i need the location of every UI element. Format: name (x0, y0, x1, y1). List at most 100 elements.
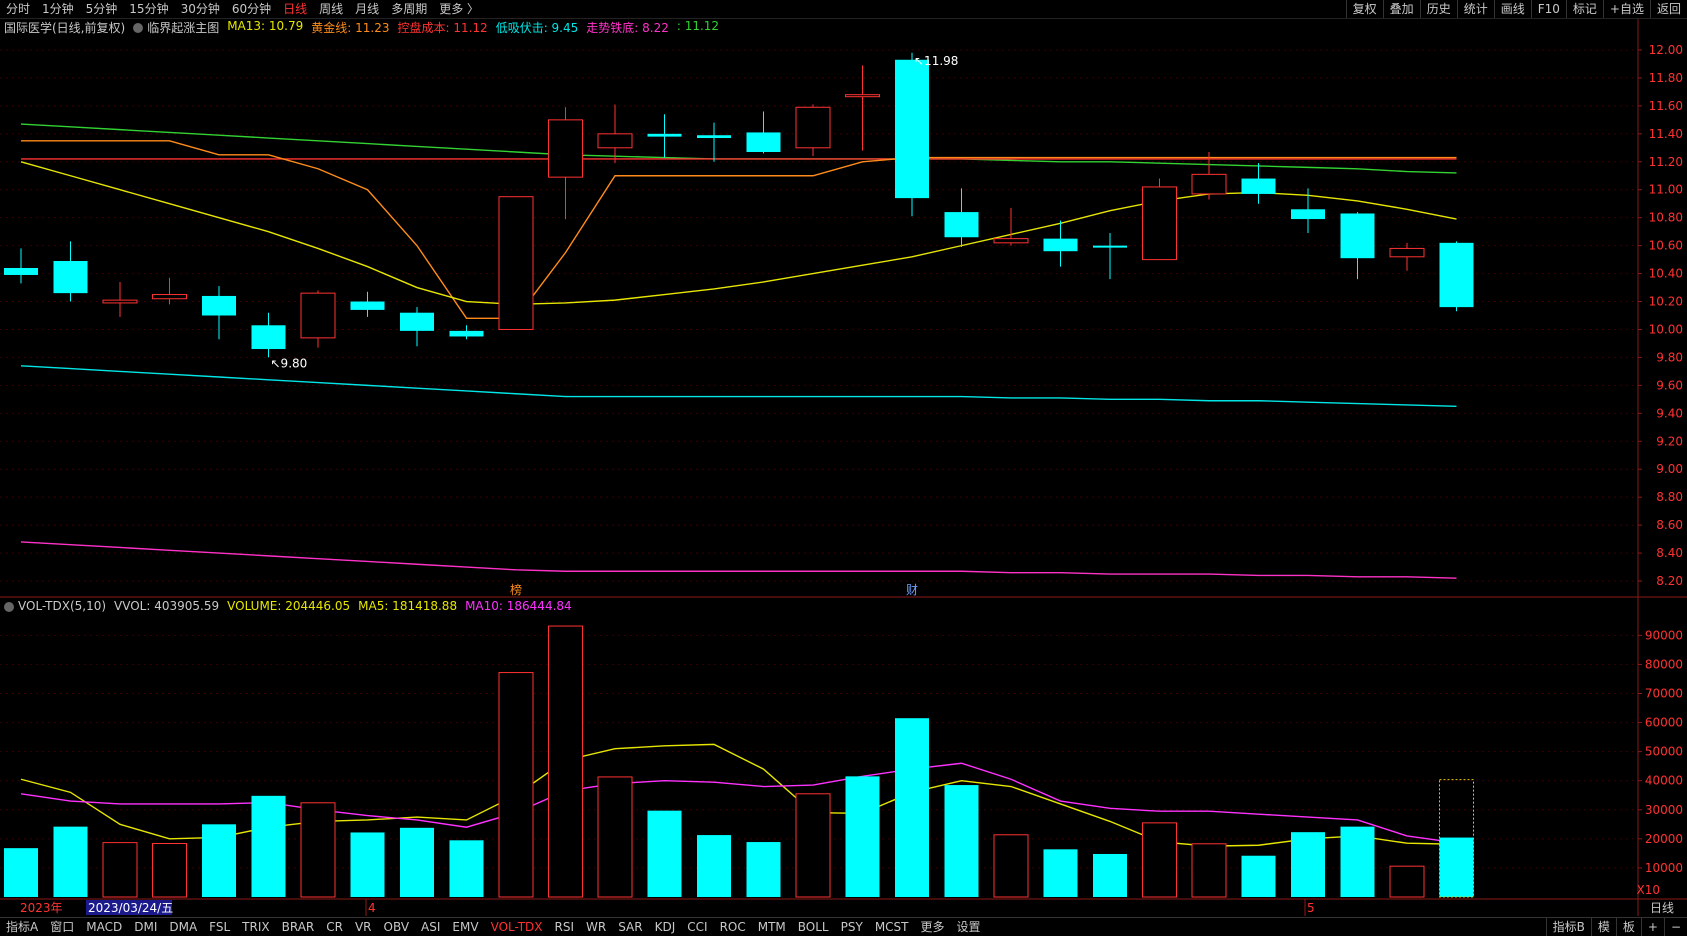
candle-body (597, 133, 633, 149)
period-tab-1[interactable]: 1分钟 (36, 0, 80, 18)
price-tick-label: 10.00 (1649, 322, 1683, 336)
vol-tick-label: 50000 (1645, 745, 1683, 759)
candle-body (795, 106, 831, 149)
indicator-tab-15[interactable]: WR (580, 918, 612, 936)
volume-bars (4, 625, 1474, 898)
indicator-tab-1[interactable]: 窗口 (44, 918, 80, 936)
price-tick-label: 8.60 (1656, 518, 1683, 532)
price-tick-label: 11.20 (1649, 155, 1683, 169)
volume-bar (1191, 843, 1227, 898)
indicator-tab-12[interactable]: EMV (446, 918, 484, 936)
candle-body (152, 294, 187, 300)
volume-bar (1291, 832, 1325, 897)
indicator-tab-22[interactable]: PSY (835, 918, 869, 936)
vol-indicator-toggle-icon[interactable] (4, 602, 14, 612)
indicator-tab-24[interactable]: 更多 (915, 918, 951, 936)
bottom-tool-3[interactable]: + (1640, 918, 1664, 936)
volume-bar (400, 827, 434, 897)
price-tick-label: 11.60 (1649, 99, 1683, 113)
candle-body (251, 325, 286, 350)
tool-button-8[interactable]: 返回 (1649, 0, 1687, 18)
tool-button-7[interactable]: +自选 (1602, 0, 1650, 18)
price-tick-label: 10.80 (1649, 211, 1683, 225)
price-tick-label: 8.80 (1656, 490, 1683, 504)
indicator-tab-3[interactable]: DMI (128, 918, 163, 936)
indicator-tab-11[interactable]: ASI (415, 918, 446, 936)
candle-body (1241, 178, 1276, 194)
bottom-tool-2[interactable]: 板 (1615, 918, 1641, 936)
indicator-toggle-icon[interactable] (133, 23, 144, 33)
indicator-tabbar: 指标A 窗口 MACD DMI DMA FSL TRIX BRAR CR VR OBV ASI EMV V… (0, 917, 1687, 936)
price-tick-label: 9.80 (1656, 350, 1683, 364)
indicator-tab-18[interactable]: CCI (681, 918, 713, 936)
indicator-tab-23[interactable]: MCST (869, 918, 915, 936)
candle-body (498, 196, 534, 330)
indicator-tab-2[interactable]: MACD (80, 918, 128, 936)
period-tab-7[interactable]: 周线 (313, 0, 349, 18)
period-tab-0[interactable]: 分时 (0, 0, 36, 18)
indicator-tab-19[interactable]: ROC (714, 918, 752, 936)
indicator-tab-16[interactable]: SAR (612, 918, 648, 936)
year-label: 2023年 (20, 901, 63, 915)
indicator-tab-4[interactable]: DMA (163, 918, 203, 936)
candle-body (1043, 238, 1078, 252)
tool-button-6[interactable]: 标记 (1565, 0, 1603, 18)
indicator-tab-8[interactable]: CR (320, 918, 349, 936)
vol-legend-item-1: VOLUME: 204446.05 (227, 599, 351, 613)
indicator-name[interactable]: 临界起涨主图 (147, 19, 219, 36)
vol-axis-unit: X10 (1637, 883, 1661, 897)
volume-bar (895, 718, 929, 897)
vol-tick-label: 30000 (1645, 803, 1683, 817)
volume-bar (1043, 849, 1078, 897)
tool-button-4[interactable]: 画线 (1493, 0, 1531, 18)
indicator-tab-10[interactable]: OBV (378, 918, 416, 936)
candle-body (697, 135, 731, 139)
price-tick-label: 10.40 (1649, 267, 1683, 281)
tool-button-5[interactable]: F10 (1530, 0, 1566, 18)
volume-bar (845, 776, 880, 897)
period-tab-10[interactable]: 更多 〉 (433, 0, 485, 18)
indicator-tab-13[interactable]: VOL-TDX (485, 918, 549, 936)
indicator-tab-0[interactable]: 指标A (0, 918, 44, 936)
indicator-tab-5[interactable]: FSL (203, 918, 236, 936)
bottom-line (20, 541, 1457, 579)
volume-bar (202, 824, 236, 897)
bottom-tool-1[interactable]: 模 (1590, 918, 1616, 936)
indicator-tab-9[interactable]: VR (349, 918, 378, 936)
volume-bar (251, 795, 286, 897)
bottom-tool-0[interactable]: 指标B (1545, 918, 1591, 936)
tool-button-0[interactable]: 复权 (1345, 0, 1383, 18)
tool-button-1[interactable]: 叠加 (1382, 0, 1420, 18)
period-tab-4[interactable]: 30分钟 (175, 0, 226, 18)
indicator-lines (20, 123, 1457, 847)
period-tab-3[interactable]: 15分钟 (123, 0, 174, 18)
bottom-tool-4[interactable]: − (1663, 918, 1687, 936)
indicator-tab-7[interactable]: BRAR (276, 918, 321, 936)
period-tab-8[interactable]: 月线 (349, 0, 385, 18)
period-tab-2[interactable]: 5分钟 (80, 0, 124, 18)
cursor-date: 2023/03/24/五 (88, 901, 173, 915)
volume-bar (795, 793, 831, 898)
indicator-tab-14[interactable]: RSI (549, 918, 581, 936)
period-tab-5[interactable]: 60分钟 (226, 0, 277, 18)
tool-button-3[interactable]: 统计 (1456, 0, 1494, 18)
candle-body (647, 133, 682, 137)
indicator-tab-6[interactable]: TRIX (236, 918, 275, 936)
indicator-tab-21[interactable]: BOLL (792, 918, 835, 936)
tool-button-2[interactable]: 历史 (1419, 0, 1457, 18)
vol-tick-label: 60000 (1645, 716, 1683, 730)
candle-body (449, 330, 484, 337)
period-tab-6[interactable]: 日线 (277, 0, 313, 18)
price-tick-label: 11.00 (1649, 183, 1683, 197)
candle-body (300, 292, 336, 339)
indicator-tab-25[interactable]: 设置 (951, 918, 987, 936)
indicator-tab-17[interactable]: KDJ (649, 918, 682, 936)
period-tab-9[interactable]: 多周期 (385, 0, 433, 18)
price-tick-label: 9.40 (1656, 406, 1683, 420)
price-tick-label: 9.00 (1656, 462, 1683, 476)
vol-indicator-name[interactable]: VOL-TDX(5,10) (18, 599, 106, 613)
ambush-line (20, 365, 1457, 408)
indicator-tab-20[interactable]: MTM (752, 918, 792, 936)
stock-title[interactable]: 国际医学(日线,前复权) (4, 19, 125, 36)
chart-canvas[interactable]: 12.00 11.80 11.60 11.40 11.20 11.00 10.80 10.60… (0, 0, 1687, 935)
